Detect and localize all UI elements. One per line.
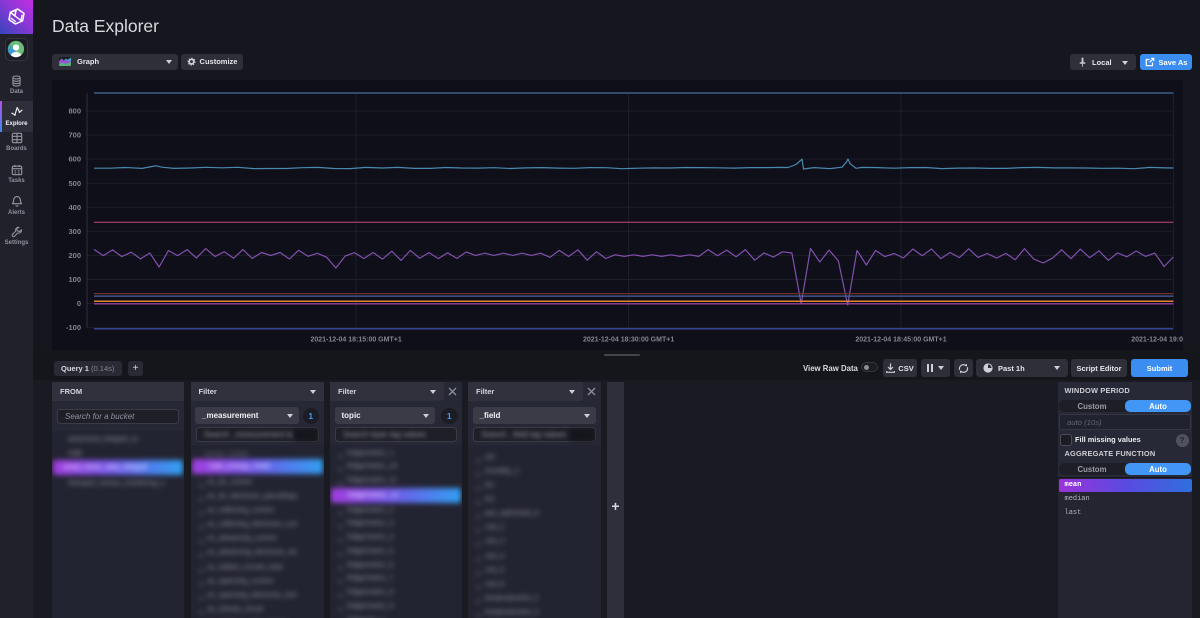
svg-text:300: 300	[68, 227, 81, 236]
svg-text:0: 0	[77, 299, 81, 308]
svg-text:800: 800	[68, 107, 81, 116]
svg-text:500: 500	[68, 179, 81, 188]
svg-text:2021-12-04 18:15:00 GMT+1: 2021-12-04 18:15:00 GMT+1	[310, 337, 401, 344]
svg-text:2021-12-04 18:30:00 GMT+1: 2021-12-04 18:30:00 GMT+1	[583, 337, 674, 344]
svg-text:2021-12-04 18:45:00 GMT+1: 2021-12-04 18:45:00 GMT+1	[855, 337, 946, 344]
svg-text:200: 200	[68, 251, 81, 260]
svg-text:700: 700	[68, 131, 81, 140]
svg-text:2021-12-04 19:0: 2021-12-04 19:0	[1131, 337, 1183, 344]
svg-text:-100: -100	[66, 323, 81, 332]
svg-text:600: 600	[68, 155, 81, 164]
svg-text:400: 400	[68, 203, 81, 212]
svg-text:100: 100	[68, 275, 81, 284]
